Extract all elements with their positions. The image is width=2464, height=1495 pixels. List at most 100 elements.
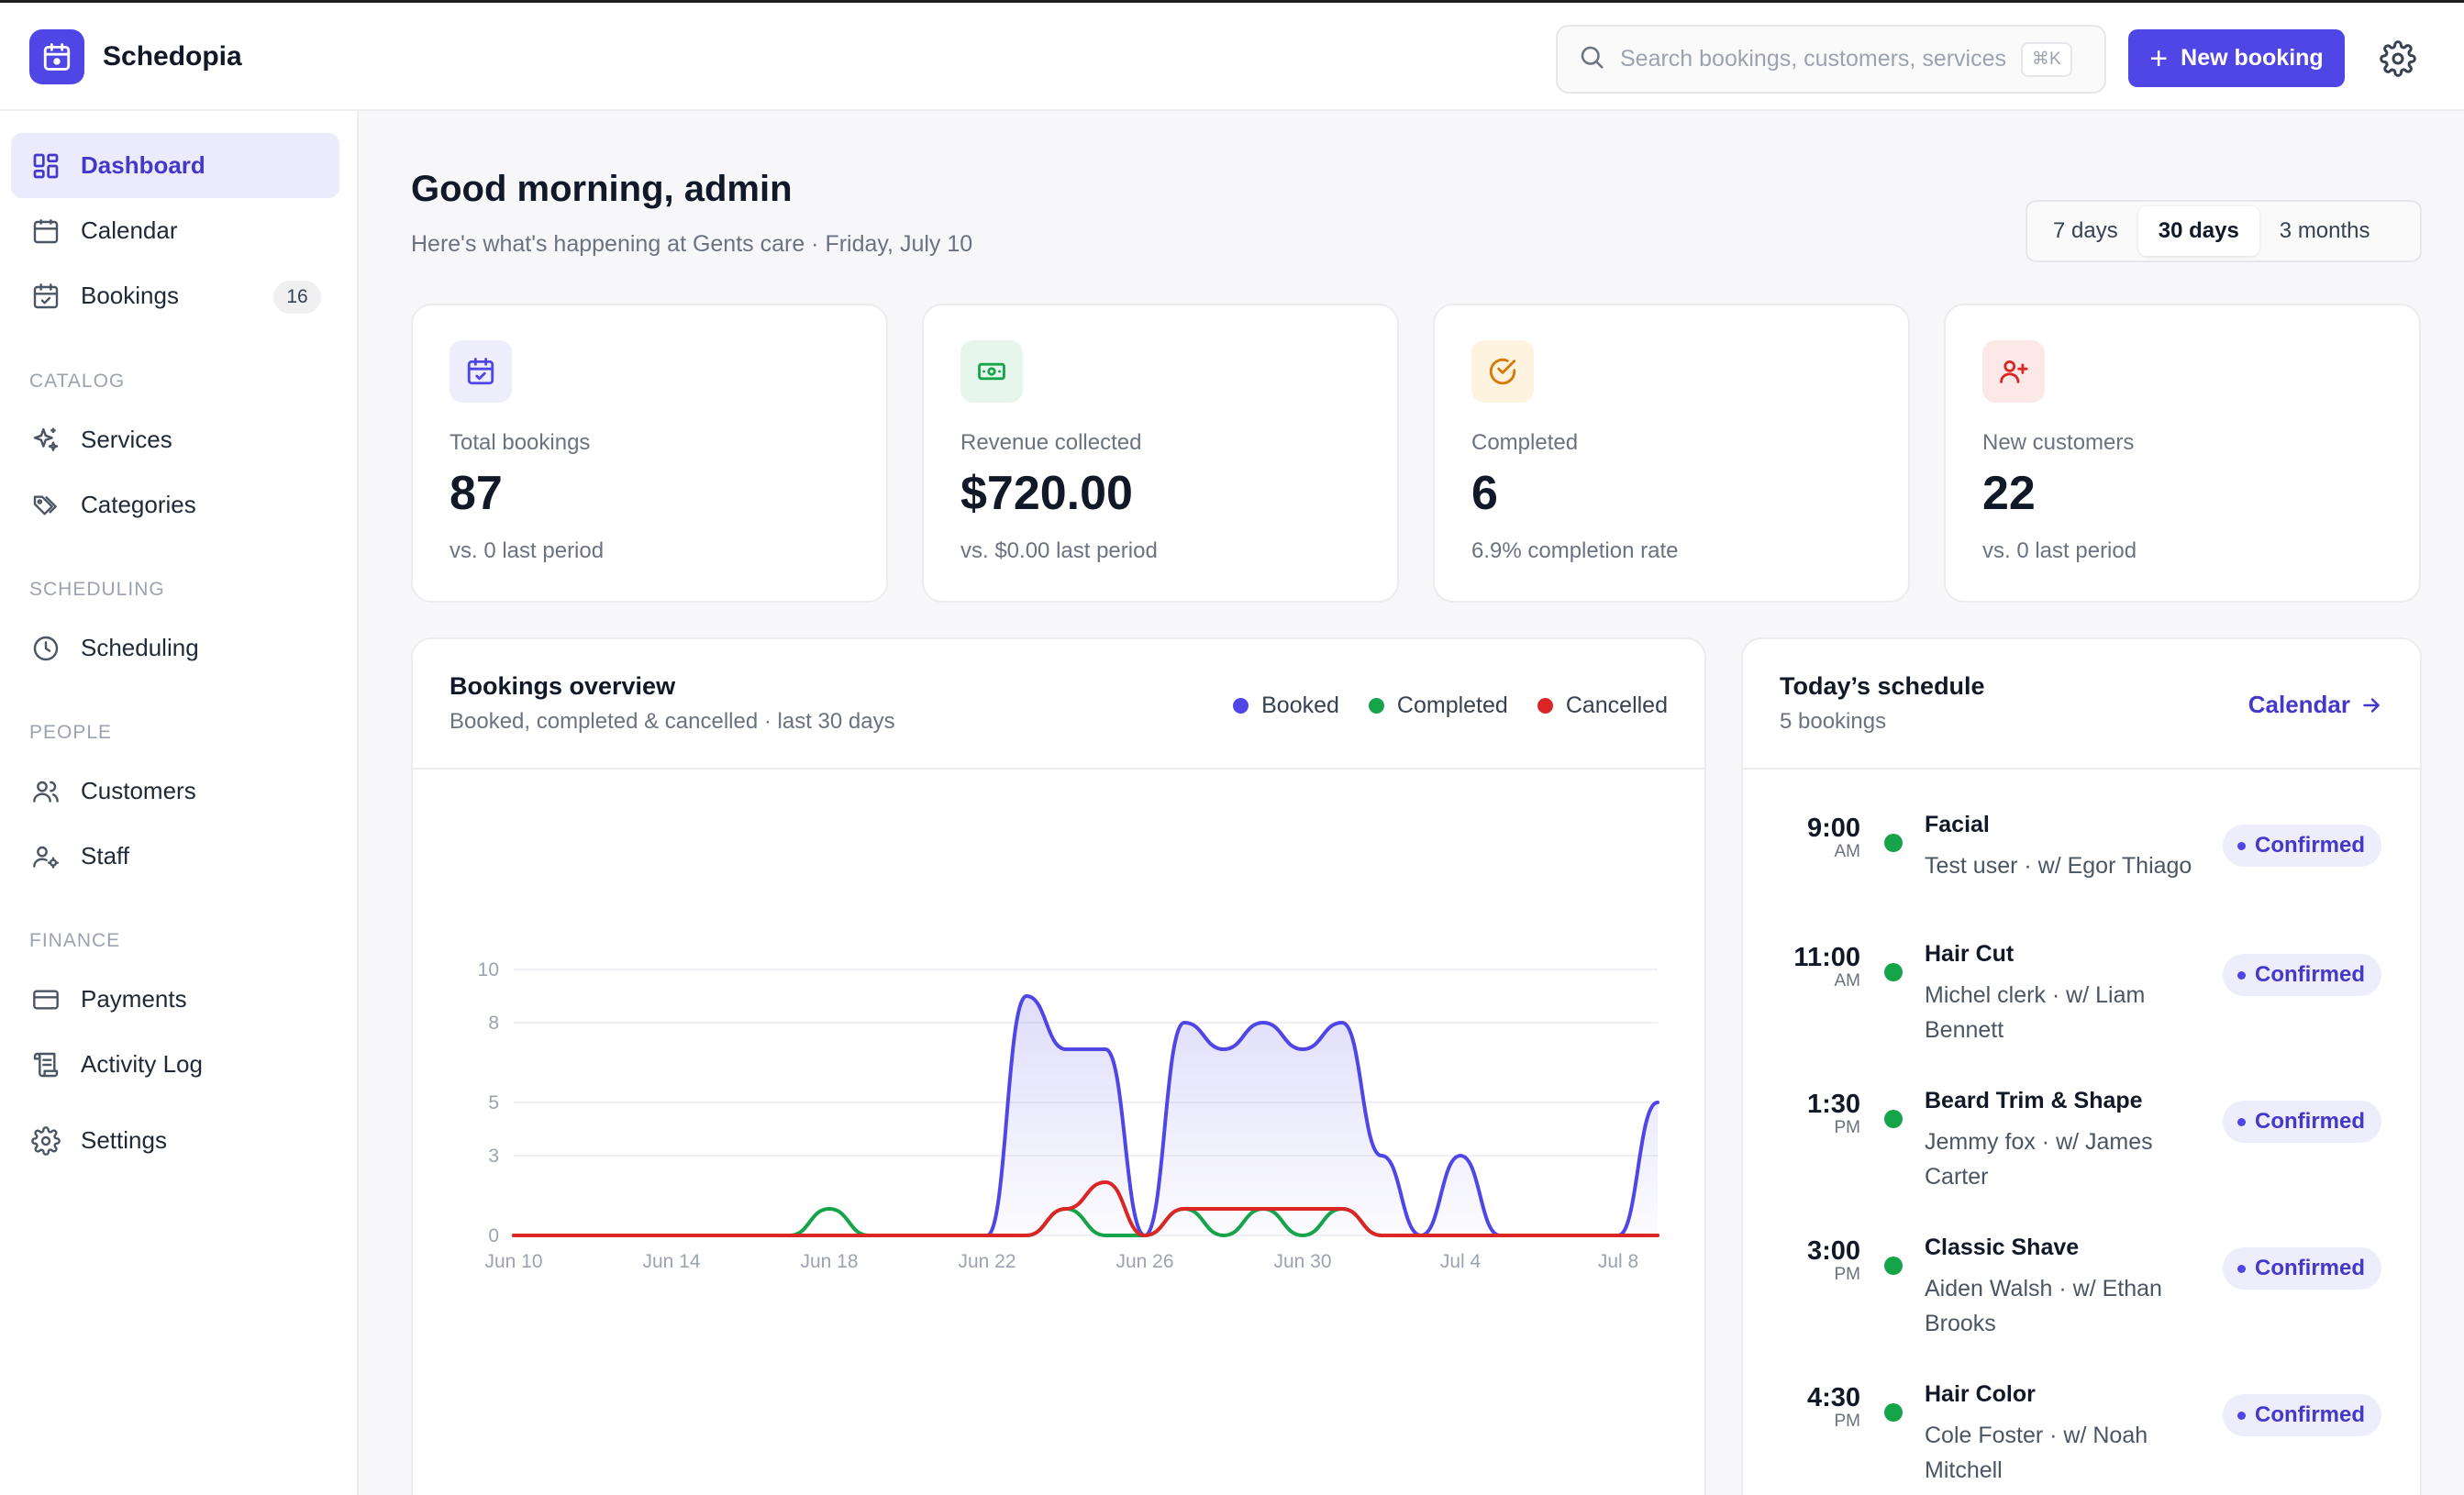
stat-value: 87 [450, 467, 503, 520]
brand[interactable]: Schedopia [29, 29, 242, 84]
schedule-time: 3:00 PM [1806, 1236, 1860, 1284]
stat-comparison: vs. $0.00 last period [960, 538, 1158, 563]
stat-comparison: vs. 0 last period [1982, 538, 2137, 563]
sidebar-item-payments[interactable]: Payments [11, 967, 339, 1032]
card-title: Today’s schedule [1780, 672, 1985, 700]
legend-swatch [1368, 698, 1384, 714]
credit-card-icon [29, 983, 62, 1016]
clock-icon [29, 632, 62, 665]
calendar-link[interactable]: Calendar [2248, 691, 2383, 719]
sidebar-item-calendar[interactable]: Calendar [11, 198, 339, 263]
status-dot [1884, 963, 1903, 981]
banknote-icon [960, 340, 1023, 403]
sidebar-item-staff[interactable]: Staff [11, 824, 339, 889]
sidebar-item-scheduling[interactable]: Scheduling [11, 615, 339, 681]
schedule-time: 11:00 AM [1793, 943, 1860, 991]
range-30-days[interactable]: 30 days [2137, 206, 2259, 256]
sidebar-item-categories[interactable]: Categories [11, 472, 339, 537]
sidebar-item-customers[interactable]: Customers [11, 759, 339, 824]
sidebar-item-label: Activity Log [81, 1050, 203, 1078]
legend-label: Booked [1261, 692, 1339, 718]
user-cog-icon [29, 840, 62, 873]
plus-icon: + [2149, 40, 2169, 76]
section-title-finance: FINANCE [29, 930, 121, 951]
sidebar-item-label: Customers [81, 777, 196, 804]
schedule-customer-staff: Jemmy fox · w/ James Carter [1925, 1129, 2153, 1190]
legend-swatch [1233, 698, 1249, 714]
schedule-customer-staff: Aiden Walsh · w/ Ethan Brooks [1925, 1276, 2162, 1336]
section-title-catalog: CATALOG [29, 371, 126, 392]
sidebar-item-services[interactable]: Services [11, 407, 339, 472]
sidebar-item-bookings[interactable]: Bookings 16 [11, 263, 339, 328]
schedule-customer-staff: Cole Foster · w/ Noah Mitchell [1925, 1423, 2148, 1483]
y-tick-label: 8 [488, 1013, 499, 1034]
x-tick-label: Jul 4 [1440, 1251, 1482, 1272]
status-badge: Confirmed [2223, 1247, 2381, 1290]
stat-card-completed: Completed 6 6.9% completion rate [1433, 304, 1910, 603]
stat-label: Total bookings [450, 430, 591, 455]
sidebar-item-activity-log[interactable]: Activity Log [11, 1032, 339, 1097]
stat-comparison: 6.9% completion rate [1471, 538, 1679, 563]
calendar-check-icon [29, 280, 62, 313]
legend-item-completed[interactable]: Completed [1368, 692, 1508, 719]
sidebar-item-label: Staff [81, 842, 130, 869]
stat-value: 6 [1471, 467, 1498, 520]
y-tick-label: 10 [478, 959, 499, 980]
status-badge: Confirmed [2223, 954, 2381, 996]
todays-schedule-card: Today’s schedule 5 bookings Calendar 9:0… [1741, 637, 2422, 1495]
stat-label: New customers [1982, 430, 2135, 455]
sidebar-item-settings[interactable]: Settings [11, 1108, 339, 1173]
sidebar-item-label: Services [81, 426, 172, 453]
scroll-icon [29, 1048, 62, 1081]
schedule-service: Hair Color [1925, 1381, 2036, 1407]
sidebar-item-label: Dashboard [81, 151, 205, 179]
section-title-scheduling: SCHEDULING [29, 579, 165, 600]
card-divider [1743, 768, 2420, 770]
status-dot [1884, 834, 1903, 852]
schedule-customer-staff: Michel clerk · w/ Liam Bennett [1925, 982, 2146, 1043]
stat-value: $720.00 [960, 467, 1133, 520]
schedule-time: 1:30 PM [1806, 1090, 1860, 1137]
stat-card-revenue: Revenue collected $720.00 vs. $0.00 last… [922, 304, 1399, 603]
status-dot [1884, 1403, 1903, 1422]
bookings-count-badge: 16 [273, 281, 321, 314]
stat-value: 22 [1982, 467, 2036, 520]
top-bar: Schedopia Search bookings, customers, se… [0, 0, 2464, 111]
page-title: Good morning, admin [411, 169, 793, 209]
y-tick-label: 0 [488, 1225, 499, 1246]
sidebar-item-label: Payments [81, 985, 187, 1013]
stat-comparison: vs. 0 last period [450, 538, 605, 563]
legend-swatch [1537, 698, 1553, 714]
schedule-time: 4:30 PM [1806, 1383, 1860, 1431]
new-booking-label: New booking [2181, 45, 2324, 71]
x-tick-label: Jun 30 [1273, 1251, 1331, 1272]
y-tick-label: 3 [488, 1146, 499, 1167]
calendar-check-icon [450, 340, 512, 403]
schedule-customer-staff: Test user · w/ Egor Thiago [1925, 853, 2192, 879]
range-3-months[interactable]: 3 months [2259, 206, 2391, 256]
stat-card-new-customers: New customers 22 vs. 0 last period [1944, 304, 2421, 603]
sidebar: Dashboard Calendar Bookings 16 CATALOG S… [0, 111, 359, 1495]
series-area-booked [514, 996, 1658, 1235]
schedule-service: Beard Trim & Shape [1925, 1088, 2143, 1113]
range-7-days[interactable]: 7 days [2033, 206, 2138, 256]
legend-label: Completed [1396, 692, 1508, 718]
sidebar-item-dashboard[interactable]: Dashboard [11, 133, 339, 198]
sidebar-item-label: Settings [81, 1126, 167, 1154]
sidebar-item-label: Scheduling [81, 634, 199, 661]
gear-icon[interactable] [2380, 40, 2416, 77]
x-tick-label: Jun 22 [958, 1251, 1016, 1272]
gear-icon [29, 1124, 62, 1157]
legend-item-booked[interactable]: Booked [1233, 692, 1339, 719]
bookings-overview-card: Bookings overview Booked, completed & ca… [411, 637, 1706, 1495]
stat-label: Revenue collected [960, 430, 1142, 455]
search-input[interactable]: Search bookings, customers, services ⌘K [1556, 25, 2106, 94]
legend-item-cancelled[interactable]: Cancelled [1537, 692, 1668, 719]
stat-label: Completed [1471, 430, 1579, 455]
card-title: Bookings overview [450, 672, 676, 700]
x-tick-label: Jul 8 [1598, 1251, 1638, 1272]
chart-legend: Booked Completed Cancelled [1204, 692, 1668, 719]
date-range-toggle: 7 days 30 days 3 months [2026, 200, 2422, 262]
new-booking-button[interactable]: + New booking [2128, 29, 2345, 87]
sidebar-item-label: Bookings [81, 282, 179, 309]
